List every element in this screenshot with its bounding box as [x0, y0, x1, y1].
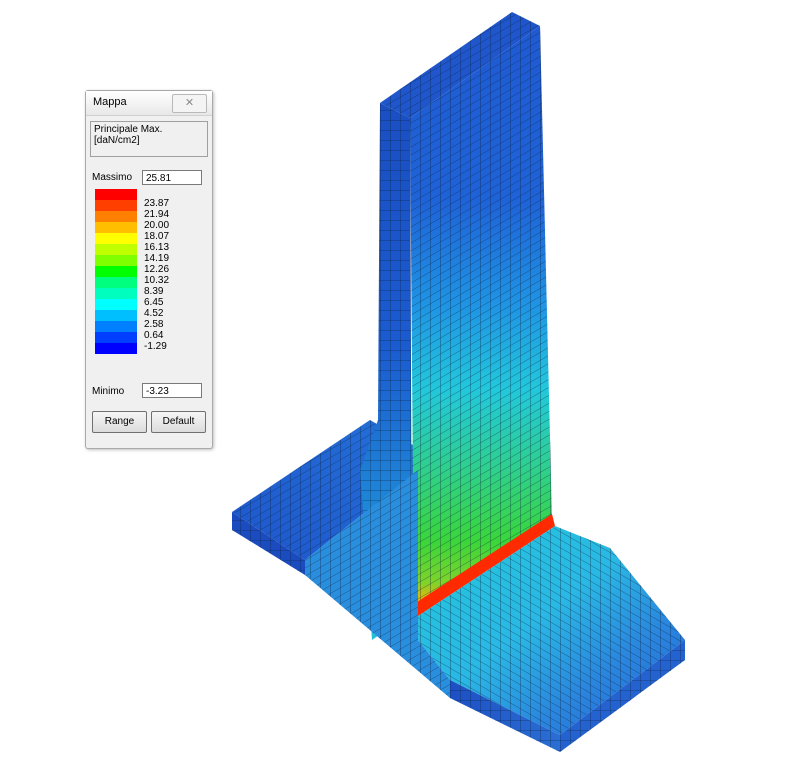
- quantity-unit: [daN/cm2]: [94, 135, 140, 146]
- color-band: [95, 277, 137, 288]
- max-label: Massimo: [92, 172, 133, 183]
- scale-value-label: -1.29: [144, 341, 167, 352]
- default-button[interactable]: Default: [151, 411, 206, 433]
- color-band: [95, 233, 137, 244]
- min-value-field[interactable]: -3.23: [142, 383, 202, 398]
- color-band: [95, 310, 137, 321]
- max-value-field[interactable]: 25.81: [142, 170, 202, 185]
- legend-window[interactable]: Mappa ✕ Principale Max. [daN/cm2] Massim…: [85, 90, 213, 449]
- color-band: [95, 255, 137, 266]
- color-band: [95, 200, 137, 211]
- range-button[interactable]: Range: [92, 411, 147, 433]
- scale-value-label: 12.26: [144, 264, 170, 275]
- quantity-description: Principale Max. [daN/cm2]: [90, 121, 208, 157]
- scale-value-label: 20.00: [144, 220, 170, 231]
- stem-front-face: [410, 26, 552, 612]
- color-band: [95, 189, 137, 200]
- min-label: Minimo: [92, 386, 125, 397]
- scale-value-label: 16.13: [144, 242, 170, 253]
- quantity-name: Principale Max.: [94, 124, 163, 135]
- scale-value-label: 21.94: [144, 209, 170, 220]
- scale-value-label: 23.87: [144, 198, 170, 209]
- scale-value-label: 8.39: [144, 286, 164, 297]
- legend-titlebar[interactable]: Mappa ✕: [86, 91, 212, 116]
- color-band: [95, 244, 137, 255]
- scale-value-label: 18.07: [144, 231, 170, 242]
- color-band: [95, 332, 137, 343]
- scale-value-label: 4.52: [144, 308, 164, 319]
- legend-title: Mappa: [93, 96, 127, 108]
- close-icon[interactable]: ✕: [172, 94, 207, 113]
- color-band: [95, 288, 137, 299]
- scale-value-label: 0.64: [144, 330, 164, 341]
- color-scale-values: 23.87 21.94 20.00 18.07 16.13 14.19 12.26 10.32…: [144, 198, 169, 352]
- color-band: [95, 321, 137, 332]
- color-scale-bar: [95, 189, 137, 354]
- scale-value-label: 6.45: [144, 297, 164, 308]
- color-band: [95, 211, 137, 222]
- color-band: [95, 343, 137, 354]
- color-band: [95, 266, 137, 277]
- color-band: [95, 222, 137, 233]
- color-band: [95, 299, 137, 310]
- scale-value-label: 10.32: [144, 275, 170, 286]
- scale-value-label: 2.58: [144, 319, 164, 330]
- scale-value-label: 14.19: [144, 253, 170, 264]
